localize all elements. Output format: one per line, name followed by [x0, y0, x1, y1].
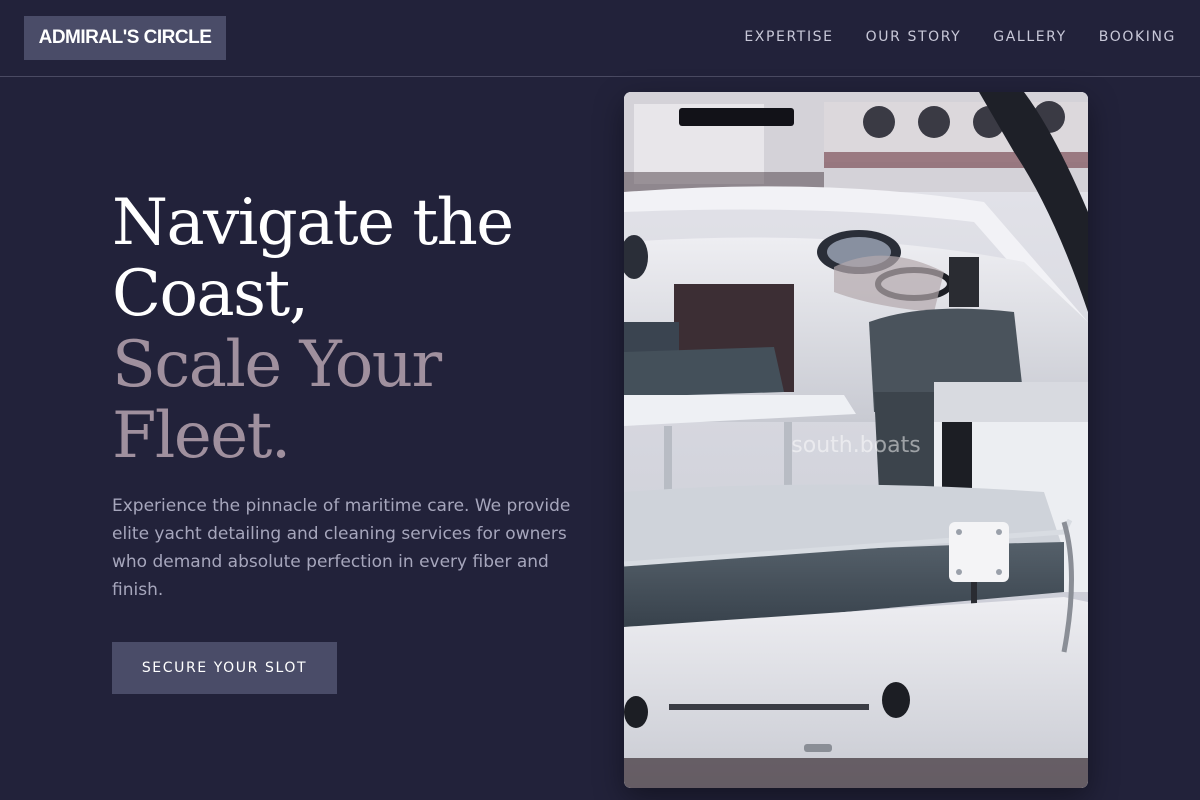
nav-link-expertise[interactable]: EXPERTISE	[744, 28, 833, 46]
boat-interior-photo: south.boats	[624, 92, 1088, 788]
headline-line-1: Navigate the	[112, 186, 514, 260]
brand-logo[interactable]: ADMIRAL'S CIRCLE	[24, 16, 226, 60]
main-nav: EXPERTISE OUR STORY GALLERY BOOKING	[744, 28, 1176, 46]
hero-section: Navigate the Coast, Scale Your Fleet. Ex…	[112, 188, 582, 604]
hero-headline: Navigate the Coast, Scale Your Fleet.	[112, 188, 582, 472]
nav-link-gallery[interactable]: GALLERY	[993, 28, 1066, 46]
photo-watermark: south.boats	[791, 433, 920, 458]
nav-link-booking[interactable]: BOOKING	[1099, 28, 1176, 46]
headline-line-2: Coast,	[112, 257, 309, 331]
top-navbar: ADMIRAL'S CIRCLE EXPERTISE OUR STORY GAL…	[0, 0, 1200, 77]
nav-link-our-story[interactable]: OUR STORY	[866, 28, 962, 46]
headline-line-3: Scale Your	[112, 328, 442, 402]
headline-line-4: Fleet.	[112, 399, 291, 473]
hero-description: Experience the pinnacle of maritime care…	[112, 496, 571, 600]
secure-slot-button[interactable]: SECURE YOUR SLOT	[112, 642, 337, 694]
